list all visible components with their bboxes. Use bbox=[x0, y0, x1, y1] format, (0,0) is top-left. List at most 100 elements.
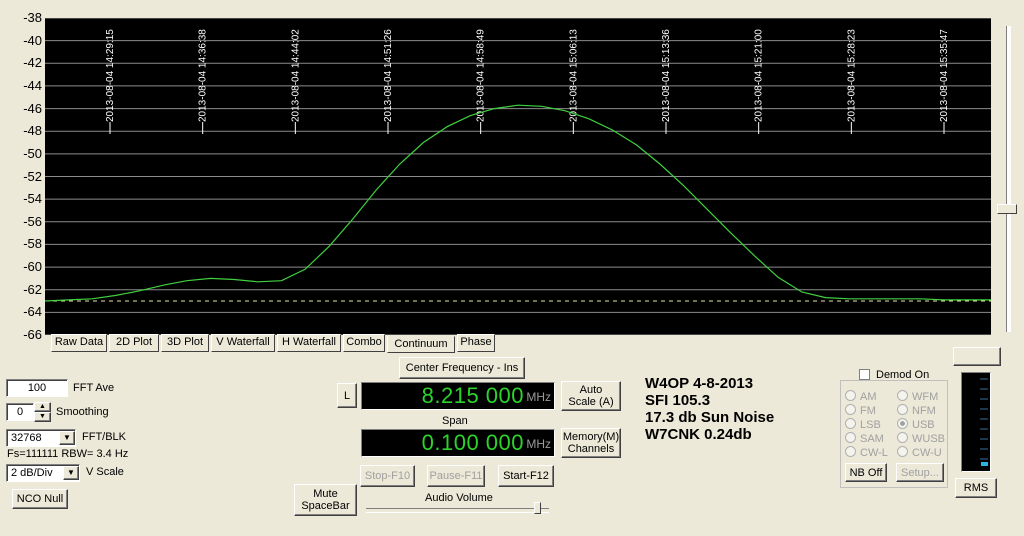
radio-dot bbox=[897, 432, 908, 443]
smoothing-down-button[interactable]: ▼ bbox=[34, 412, 51, 422]
setup-button[interactable]: Setup... bbox=[896, 463, 944, 482]
continuum-plot[interactable]: 2013-08-04 14:29:15 2013-08-04 14:36:38 20… bbox=[44, 17, 991, 336]
tab-v-waterfall[interactable]: V Waterfall bbox=[211, 334, 275, 352]
frequency-value: 8.215 000 bbox=[421, 383, 524, 408]
tab-raw-data[interactable]: Raw Data bbox=[51, 334, 107, 352]
audio-volume-track[interactable] bbox=[366, 508, 549, 513]
radio-fm[interactable]: FM bbox=[845, 404, 876, 417]
radio-usb[interactable]: USB bbox=[897, 418, 935, 431]
y-tick-label: -50 bbox=[23, 145, 42, 161]
tab-phase[interactable]: Phase bbox=[457, 334, 495, 352]
radio-dot bbox=[897, 446, 908, 457]
chevron-down-icon[interactable]: ▼ bbox=[59, 431, 75, 445]
vscale-select[interactable]: 2 dB/Div ▼ bbox=[6, 464, 80, 482]
y-tick-label: -46 bbox=[23, 100, 42, 116]
radio-label: FM bbox=[860, 405, 876, 417]
auto-scale-button[interactable]: Auto Scale (A) bbox=[561, 381, 621, 411]
y-tick-label: -62 bbox=[23, 281, 42, 297]
meter-scale bbox=[980, 378, 988, 466]
tab-h-waterfall[interactable]: H Waterfall bbox=[277, 334, 341, 352]
smoothing-label: Smoothing bbox=[56, 406, 109, 418]
note-line: SFI 105.3 bbox=[645, 392, 711, 409]
radio-dot bbox=[897, 404, 908, 415]
y-tick-label: -52 bbox=[23, 168, 42, 184]
radio-label: NFM bbox=[912, 405, 936, 417]
y-tick-label: -48 bbox=[23, 123, 42, 139]
fft-blk-select[interactable]: 32768 ▼ bbox=[6, 429, 76, 447]
vscale-label: V Scale bbox=[86, 466, 124, 478]
y-tick-label: -58 bbox=[23, 236, 42, 252]
radio-label: AM bbox=[860, 391, 877, 403]
radio-cw-l[interactable]: CW-L bbox=[845, 446, 888, 459]
tab-2d-plot[interactable]: 2D Plot bbox=[109, 334, 159, 352]
memory-channels-button[interactable]: Memory(M) Channels bbox=[561, 428, 621, 458]
radio-label: CW-L bbox=[860, 447, 888, 459]
tab-continuum[interactable]: Continuum bbox=[387, 336, 455, 353]
fs-rbw-info: Fs=111111 RBW= 3.4 Hz bbox=[7, 448, 129, 460]
radio-dot bbox=[845, 418, 856, 429]
time-marker-label: 2013-08-04 15:06:13 bbox=[568, 29, 579, 122]
gain-slider-track[interactable] bbox=[1006, 26, 1011, 332]
frequency-unit: MHz bbox=[526, 390, 551, 404]
tab-3d-plot[interactable]: 3D Plot bbox=[161, 334, 209, 352]
note-line: W4OP 4-8-2013 bbox=[645, 375, 754, 392]
y-tick-label: -40 bbox=[23, 32, 42, 48]
radio-dot bbox=[897, 390, 908, 401]
radio-dot bbox=[845, 404, 856, 415]
radio-dot bbox=[845, 446, 856, 457]
radio-label: SAM bbox=[860, 433, 884, 445]
chevron-down-icon[interactable]: ▼ bbox=[63, 466, 79, 480]
start-button[interactable]: Start-F12 bbox=[498, 465, 554, 487]
time-marker-label: 2013-08-04 14:36:38 bbox=[198, 29, 209, 122]
l-button[interactable]: L bbox=[337, 383, 357, 408]
y-tick-label: -56 bbox=[23, 213, 42, 229]
time-marker-label: 2013-08-04 14:58:49 bbox=[476, 29, 487, 122]
y-tick-label: -44 bbox=[23, 77, 42, 93]
radio-am[interactable]: AM bbox=[845, 390, 877, 403]
y-tick-label: -60 bbox=[23, 259, 42, 275]
tab-combo[interactable]: Combo bbox=[343, 334, 385, 352]
radio-cw-u[interactable]: CW-U bbox=[897, 446, 942, 459]
note-line: 17.3 db Sun Noise bbox=[645, 409, 775, 426]
y-tick-label: -38 bbox=[23, 10, 42, 25]
radio-sam[interactable]: SAM bbox=[845, 432, 884, 445]
y-tick-label: -42 bbox=[23, 55, 42, 71]
demod-checkbox[interactable] bbox=[859, 369, 870, 380]
nco-null-button[interactable]: NCO Null bbox=[12, 489, 68, 509]
time-marker-label: 2013-08-04 15:35:47 bbox=[939, 29, 950, 122]
signal-meter bbox=[961, 372, 991, 472]
meter-top-button[interactable] bbox=[953, 347, 1001, 366]
y-tick-label: -64 bbox=[23, 304, 42, 320]
radio-dot bbox=[845, 390, 856, 401]
nb-off-button[interactable]: NB Off bbox=[845, 463, 887, 482]
y-tick-label: -66 bbox=[23, 327, 42, 342]
gain-slider-thumb[interactable] bbox=[997, 204, 1017, 214]
time-marker-label: 2013-08-04 15:13:36 bbox=[661, 29, 672, 122]
time-marker-label: 2013-08-04 15:28:23 bbox=[846, 29, 857, 122]
radio-lsb[interactable]: LSB bbox=[845, 418, 881, 431]
mute-button[interactable]: Mute SpaceBar bbox=[294, 484, 357, 516]
frequency-display[interactable]: 8.215 000 MHz bbox=[361, 382, 555, 410]
fft-ave-label: FFT Ave bbox=[73, 382, 115, 394]
fft-blk-value: 32768 bbox=[11, 432, 42, 444]
stop-button[interactable]: Stop-F10 bbox=[360, 465, 415, 487]
rms-button[interactable]: RMS bbox=[955, 478, 997, 498]
smoothing-input[interactable]: 0 bbox=[6, 403, 34, 421]
continuum-trace bbox=[44, 104, 991, 302]
audio-volume-thumb[interactable] bbox=[534, 502, 541, 514]
continuum-plot-svg: 2013-08-04 14:29:15 2013-08-04 14:36:38 20… bbox=[44, 17, 991, 336]
radio-wfm[interactable]: WFM bbox=[897, 390, 938, 403]
center-frequency-button[interactable]: Center Frequency - Ins bbox=[399, 357, 525, 379]
station-notes: W4OP 4-8-2013 SFI 105.3 17.3 db Sun Nois… bbox=[645, 375, 774, 443]
span-display[interactable]: 0.100 000 MHz bbox=[361, 429, 555, 457]
time-marker-label: 2013-08-04 15:21:00 bbox=[754, 29, 765, 122]
y-tick-label: -54 bbox=[23, 191, 42, 207]
time-marker-label: 2013-08-04 14:44:02 bbox=[290, 29, 301, 122]
radio-nfm[interactable]: NFM bbox=[897, 404, 936, 417]
pause-button[interactable]: Pause-F11 bbox=[427, 465, 485, 487]
fft-ave-input[interactable]: 100 bbox=[6, 379, 68, 397]
radio-wusb[interactable]: WUSB bbox=[897, 432, 945, 445]
audio-volume-label: Audio Volume bbox=[425, 492, 493, 504]
fft-blk-label: FFT/BLK bbox=[82, 431, 127, 443]
span-label: Span bbox=[442, 415, 468, 427]
